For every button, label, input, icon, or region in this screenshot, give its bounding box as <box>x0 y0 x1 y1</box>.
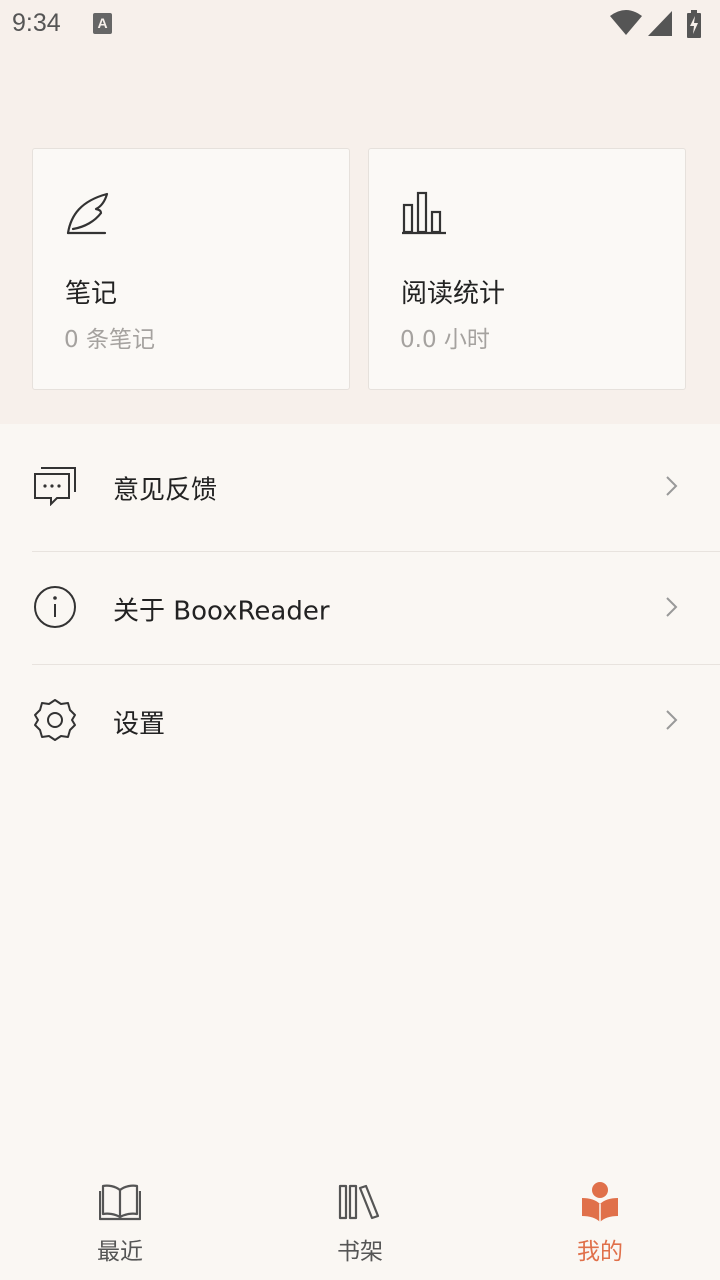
notes-card[interactable]: 笔记 0 条笔记 <box>32 148 350 390</box>
nav-tab-recent-label: 最近 <box>97 1239 143 1265</box>
gear-icon <box>33 698 77 746</box>
nav-tab-mine[interactable]: 我的 <box>480 1170 720 1280</box>
bookshelf-icon <box>338 1182 382 1226</box>
menu-item-feedback-label: 意见反馈 <box>113 475 218 506</box>
status-bar: 9:34 A <box>0 0 720 48</box>
reader-person-icon <box>580 1182 620 1228</box>
system-icons <box>608 10 708 38</box>
chevron-right-icon <box>664 709 678 735</box>
nav-tab-recent[interactable]: 最近 <box>0 1170 240 1280</box>
battery-charging-icon <box>687 10 701 38</box>
nav-tab-bookshelf[interactable]: 书架 <box>240 1170 480 1280</box>
notes-card-title: 笔记 <box>65 279 118 309</box>
open-book-icon <box>98 1182 142 1226</box>
nav-tab-bookshelf-label: 书架 <box>337 1239 383 1265</box>
notification-app-icon: A <box>93 13 112 34</box>
settings-menu: 意见反馈 关于 BooxReader 设置 <box>0 424 720 778</box>
wifi-icon <box>610 10 642 35</box>
nav-tab-mine-label: 我的 <box>577 1239 623 1265</box>
bottom-navigation: 最近 书架 我的 <box>0 1170 720 1280</box>
bar-chart-icon <box>401 189 447 239</box>
chevron-right-icon <box>664 475 678 501</box>
info-icon <box>33 585 77 633</box>
chevron-right-icon <box>664 596 678 622</box>
reading-stats-card[interactable]: 阅读统计 0.0 小时 <box>368 148 686 390</box>
menu-item-settings-label: 设置 <box>113 709 166 739</box>
menu-item-feedback[interactable]: 意见反馈 <box>0 424 720 552</box>
menu-item-about[interactable]: 关于 BooxReader <box>0 552 720 665</box>
reading-stats-card-title: 阅读统计 <box>401 279 506 309</box>
feedback-chat-icon <box>33 466 77 510</box>
menu-item-about-label: 关于 BooxReader <box>113 596 330 626</box>
reading-stats-hours: 0.0 小时 <box>400 327 490 353</box>
cell-signal-icon <box>648 11 672 36</box>
menu-item-settings[interactable]: 设置 <box>0 665 720 778</box>
feather-icon <box>65 189 111 239</box>
status-time: 9:34 <box>12 9 61 37</box>
notes-card-count: 0 条笔记 <box>64 327 155 353</box>
